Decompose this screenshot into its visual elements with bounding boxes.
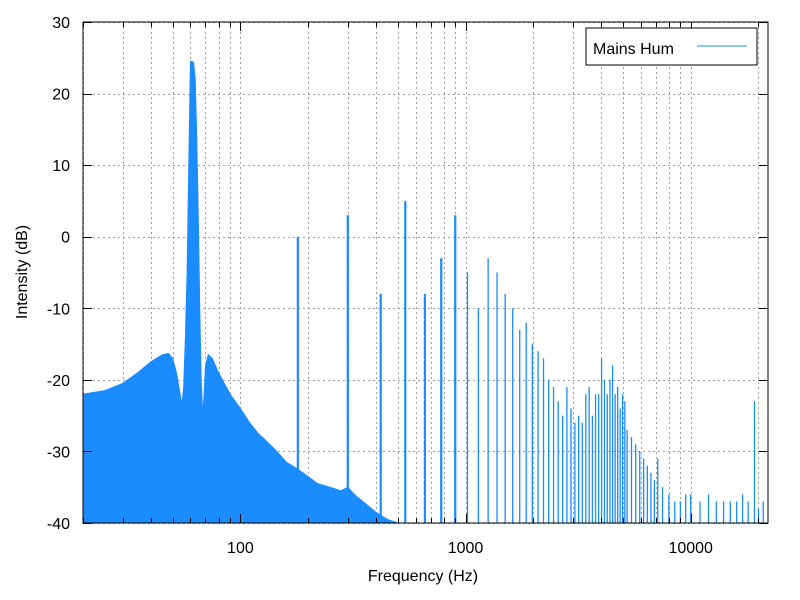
x-axis-label: Frequency (Hz) bbox=[368, 568, 478, 585]
x-tick-label: 10000 bbox=[668, 540, 713, 557]
y-axis-label: Intensity (dB) bbox=[14, 225, 31, 319]
series-mains-hum bbox=[82, 60, 768, 524]
harmonic-peak bbox=[346, 215, 349, 524]
harmonic-peak bbox=[715, 501, 717, 523]
harmonic-peak bbox=[646, 465, 648, 523]
legend: Mains Hum bbox=[585, 27, 758, 66]
harmonic-peak bbox=[591, 415, 594, 523]
y-tick-label: -40 bbox=[47, 516, 70, 533]
x-tick-label: 1000 bbox=[448, 540, 484, 557]
harmonic-peak bbox=[525, 322, 527, 523]
harmonic-peak bbox=[519, 329, 521, 523]
harmonic-peak bbox=[548, 379, 550, 523]
harmonic-peak bbox=[603, 379, 606, 523]
harmonic-peak bbox=[537, 351, 539, 523]
harmonic-peak bbox=[735, 501, 738, 523]
harmonic-peak bbox=[496, 272, 498, 523]
harmonic-peak bbox=[557, 401, 559, 523]
y-tick-label: 10 bbox=[52, 158, 70, 175]
y-tick-label: -20 bbox=[47, 373, 70, 390]
harmonic-peak bbox=[588, 387, 590, 523]
harmonic-peak bbox=[657, 458, 659, 523]
harmonic-peak bbox=[487, 258, 489, 523]
harmonic-peak bbox=[504, 293, 506, 523]
y-tick-label: 20 bbox=[52, 87, 70, 104]
harmonic-peak bbox=[466, 272, 469, 523]
harmonic-peak bbox=[642, 458, 645, 523]
y-tick-label: 30 bbox=[52, 15, 70, 32]
harmonic-peak bbox=[685, 494, 687, 523]
harmonic-peak bbox=[585, 394, 587, 523]
harmonic-peak bbox=[440, 258, 443, 523]
harmonic-peak bbox=[594, 394, 597, 523]
harmonic-peak bbox=[578, 415, 580, 523]
harmonic-peak bbox=[477, 308, 479, 523]
harmonic-peak bbox=[617, 387, 619, 523]
harmonic-peak bbox=[454, 215, 457, 524]
harmonic-peak bbox=[606, 394, 608, 523]
harmonic-peak bbox=[566, 387, 568, 523]
harmonic-peak bbox=[600, 358, 603, 523]
harmonic-peak bbox=[296, 236, 299, 523]
y-tick-labels: 30 20 10 0 -10 -20 -30 -40 bbox=[47, 15, 70, 533]
harmonic-peak bbox=[635, 444, 637, 523]
harmonic-peak bbox=[512, 308, 514, 523]
y-tick-label: -30 bbox=[47, 444, 70, 461]
harmonic-peak bbox=[581, 422, 583, 523]
harmonic-peak bbox=[624, 401, 626, 523]
harmonic-peak bbox=[650, 472, 652, 523]
harmonic-peak bbox=[661, 487, 664, 523]
harmonic-peak bbox=[741, 494, 744, 523]
harmonic-peak bbox=[423, 293, 426, 523]
x-tick-label: 100 bbox=[227, 540, 254, 557]
harmonic-peak bbox=[611, 365, 614, 523]
harmonic-peak bbox=[630, 437, 633, 523]
harmonic-peak bbox=[562, 415, 564, 523]
harmonic-peak bbox=[404, 200, 407, 523]
harmonic-peak bbox=[552, 387, 555, 523]
harmonic-peak bbox=[729, 501, 731, 523]
harmonic-peak bbox=[699, 501, 701, 523]
spectrum-chart: 100 1000 10000 3020100-10-20-30-40 Frequen… bbox=[14, 15, 769, 585]
harmonic-peak bbox=[614, 394, 616, 523]
harmonic-peak bbox=[707, 494, 710, 523]
harmonic-peak bbox=[597, 394, 600, 523]
harmonic-peak bbox=[574, 422, 576, 523]
harmonic-peak bbox=[570, 408, 572, 523]
harmonic-peak bbox=[639, 451, 641, 523]
harmonic-peak bbox=[653, 480, 656, 523]
harmonic-peak bbox=[753, 401, 756, 523]
legend-label-mains-hum: Mains Hum bbox=[593, 41, 674, 58]
harmonic-peak bbox=[621, 394, 624, 523]
x-tick-labels: 100 1000 10000 bbox=[227, 540, 713, 557]
harmonic-peak bbox=[531, 344, 533, 523]
harmonic-peak bbox=[722, 501, 725, 523]
y-tick-label: 0 bbox=[61, 230, 70, 247]
y-tick-label: -10 bbox=[47, 301, 70, 318]
harmonic-peak bbox=[674, 501, 676, 523]
harmonic-peak bbox=[609, 379, 611, 523]
harmonic-peak bbox=[747, 501, 749, 523]
harmonic-peak bbox=[379, 293, 382, 523]
harmonic-peak bbox=[619, 408, 621, 523]
harmonic-peak bbox=[762, 501, 764, 523]
harmonic-peak bbox=[542, 358, 545, 523]
harmonic-peak bbox=[626, 429, 628, 523]
